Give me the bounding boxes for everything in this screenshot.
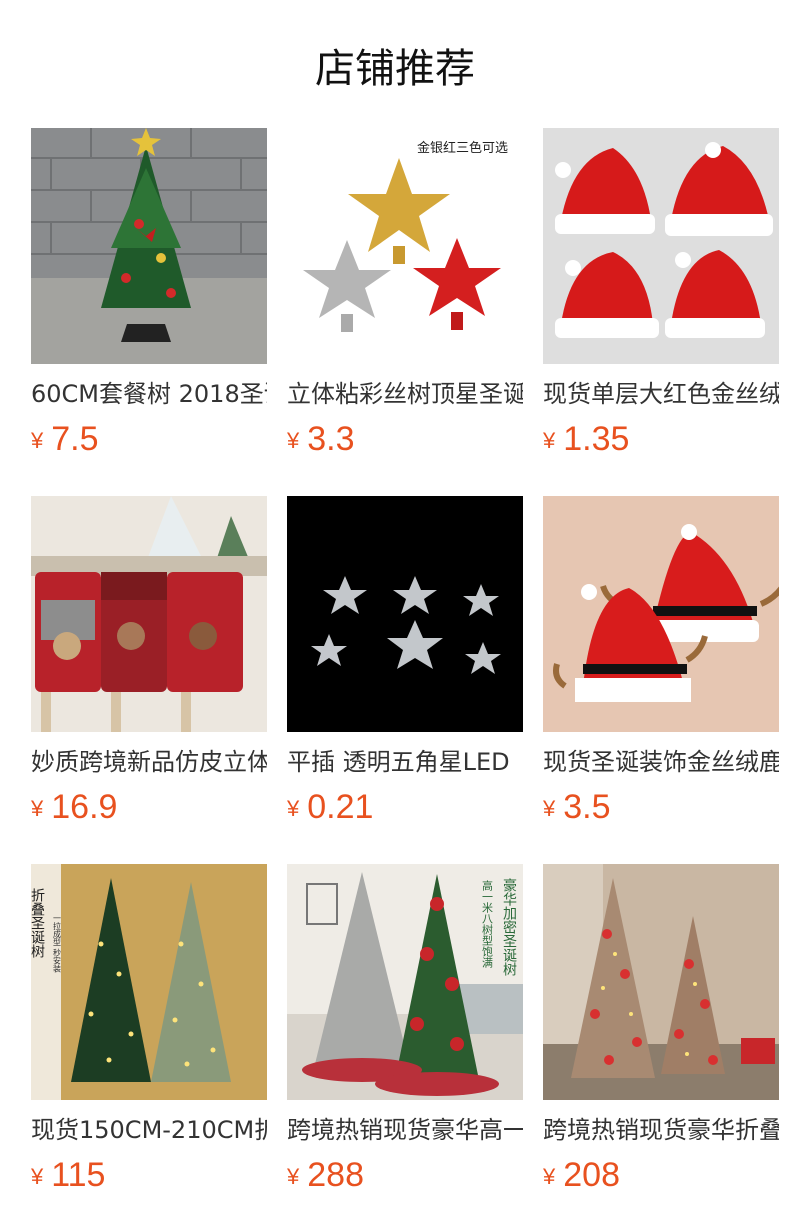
product-price: ¥115: [31, 1156, 267, 1195]
product-card[interactable]: 60CM套餐树 2018圣诞树装饰 ¥7.5: [31, 128, 267, 459]
product-name[interactable]: 立体粘彩丝树顶星圣诞树顶星: [287, 378, 523, 410]
product-price: ¥208: [543, 1156, 779, 1195]
product-image-santa-hats[interactable]: [543, 128, 779, 364]
product-card[interactable]: 平插 透明五角星LED ¥0.21: [287, 496, 523, 827]
image-title-text: 豪华加密圣诞树: [501, 878, 517, 977]
product-image-decorated-trees[interactable]: [543, 864, 779, 1100]
product-price: ¥1.35: [543, 420, 779, 459]
product-name[interactable]: 现货单层大红色金丝绒圣诞帽: [543, 378, 779, 410]
price-value: 3.5: [563, 788, 611, 826]
currency-symbol: ¥: [287, 796, 300, 821]
product-image-led-stars[interactable]: [287, 496, 523, 732]
product-price: ¥7.5: [31, 420, 267, 459]
price-value: 7.5: [51, 420, 99, 458]
currency-symbol: ¥: [543, 428, 556, 453]
product-image-christmas-tree[interactable]: [31, 128, 267, 364]
currency-symbol: ¥: [543, 796, 556, 821]
product-name[interactable]: 60CM套餐树 2018圣诞树装饰: [31, 378, 267, 410]
currency-symbol: ¥: [31, 1164, 44, 1189]
image-subtitle-text: 一拉成型 秒安装: [53, 914, 62, 974]
image-caption: 金银红三色可选: [417, 140, 508, 156]
price-value: 208: [563, 1156, 620, 1194]
currency-symbol: ¥: [543, 1164, 556, 1189]
currency-symbol: ¥: [31, 796, 44, 821]
product-card[interactable]: 现货圣诞装饰金丝绒鹿角帽 ¥3.5: [543, 496, 779, 827]
product-price: ¥3.3: [287, 420, 523, 459]
product-card[interactable]: 妙质跨境新品仿皮立体椅套 ¥16.9: [31, 496, 267, 827]
product-card[interactable]: 现货单层大红色金丝绒圣诞帽 ¥1.35: [543, 128, 779, 459]
image-title-text: 折叠圣诞树: [31, 888, 45, 959]
product-name[interactable]: 现货圣诞装饰金丝绒鹿角帽: [543, 746, 779, 778]
product-price: ¥288: [287, 1156, 523, 1195]
price-value: 115: [51, 1156, 106, 1194]
product-image-tree-top-stars[interactable]: 金银红三色可选: [287, 128, 523, 364]
price-value: 16.9: [51, 788, 118, 826]
price-value: 3.3: [307, 420, 355, 458]
currency-symbol: ¥: [31, 428, 44, 453]
product-name[interactable]: 妙质跨境新品仿皮立体椅套: [31, 746, 267, 778]
product-image-antler-hats[interactable]: [543, 496, 779, 732]
currency-symbol: ¥: [287, 428, 300, 453]
product-card[interactable]: 折叠圣诞树 一拉成型 秒安装 现货150CM-210CM折叠圣诞树 ¥115: [31, 864, 267, 1195]
product-name[interactable]: 现货150CM-210CM折叠圣诞树: [31, 1114, 267, 1146]
product-name[interactable]: 跨境热销现货豪华折叠圣诞树: [543, 1114, 779, 1146]
product-price: ¥16.9: [31, 788, 267, 827]
currency-symbol: ¥: [287, 1164, 300, 1189]
product-name[interactable]: 平插 透明五角星LED: [287, 746, 523, 778]
product-price: ¥3.5: [543, 788, 779, 827]
product-image-folding-trees[interactable]: 折叠圣诞树 一拉成型 秒安装: [31, 864, 267, 1100]
product-image-chair-covers[interactable]: [31, 496, 267, 732]
product-name[interactable]: 跨境热销现货豪华高一米八圣诞树: [287, 1114, 523, 1146]
product-card[interactable]: 跨境热销现货豪华折叠圣诞树 ¥208: [543, 864, 779, 1195]
product-image-luxury-trees[interactable]: 豪华加密圣诞树 高一米八树型饱满: [287, 864, 523, 1100]
price-value: 0.21: [307, 788, 374, 826]
price-value: 288: [307, 1156, 364, 1194]
product-price: ¥0.21: [287, 788, 523, 827]
product-card[interactable]: 豪华加密圣诞树 高一米八树型饱满 跨境热销现货豪华高一米八圣诞树 ¥288: [287, 864, 523, 1195]
price-value: 1.35: [563, 420, 630, 458]
section-title: 店铺推荐: [315, 46, 475, 92]
product-card[interactable]: 金银红三色可选 立体粘彩丝树顶星圣诞树顶星 ¥3.3: [287, 128, 523, 459]
image-subtitle-text: 高一米八树型饱满: [481, 879, 494, 968]
